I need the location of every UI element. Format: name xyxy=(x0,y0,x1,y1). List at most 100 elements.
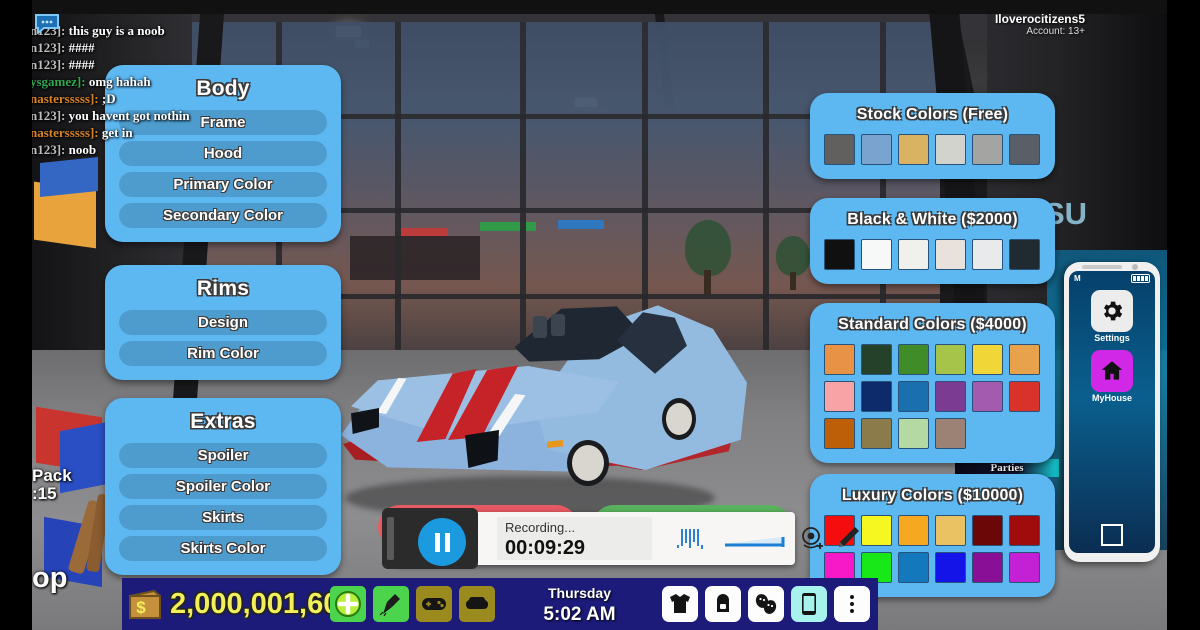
panel-rims: Rims Design Rim Color xyxy=(105,265,341,380)
webcam-add-icon[interactable] xyxy=(799,526,825,552)
more-button[interactable] xyxy=(834,586,870,622)
color-swatch[interactable] xyxy=(935,239,966,270)
prop-crate-blue xyxy=(40,156,98,198)
player-username: Iloverocitizens5 xyxy=(994,12,1085,26)
color-swatch[interactable] xyxy=(898,515,929,546)
body-option-secondary-color[interactable]: Secondary Color xyxy=(119,203,327,228)
gear-icon xyxy=(1091,290,1133,332)
color-swatch[interactable] xyxy=(1009,515,1040,546)
color-swatch[interactable] xyxy=(898,239,929,270)
rims-option-rim-color[interactable]: Rim Color xyxy=(119,341,327,366)
palette-standard-colors: Standard Colors ($4000) xyxy=(810,303,1055,463)
extras-option-spoiler-color[interactable]: Spoiler Color xyxy=(119,474,327,499)
color-swatch[interactable] xyxy=(898,381,929,412)
body-option-primary-color[interactable]: Primary Color xyxy=(119,172,327,197)
color-swatch[interactable] xyxy=(898,418,929,449)
chat-text: ;D xyxy=(101,91,116,106)
backpack-button[interactable] xyxy=(705,586,741,622)
color-swatch[interactable] xyxy=(861,515,892,546)
color-swatch[interactable] xyxy=(935,418,966,449)
color-swatch[interactable] xyxy=(1009,239,1040,270)
palette-standard-swatches xyxy=(824,344,1041,449)
chat-text: you havent got nothin xyxy=(68,108,190,123)
color-swatch[interactable] xyxy=(861,344,892,375)
palette-standard-title: Standard Colors ($4000) xyxy=(838,316,1027,333)
color-swatch[interactable] xyxy=(972,515,1003,546)
chat-text: omg hahah xyxy=(88,74,151,89)
chat-username: n123]: xyxy=(30,40,66,55)
wallet-icon: $ xyxy=(129,589,161,619)
color-swatch[interactable] xyxy=(1009,134,1040,165)
palette-black-white: Black & White ($2000) xyxy=(810,198,1055,284)
recorder-status: Recording... 00:09:29 xyxy=(497,517,652,560)
chat-text: noob xyxy=(68,142,97,157)
extras-option-skirts[interactable]: Skirts xyxy=(119,505,327,530)
phone-button[interactable] xyxy=(791,586,827,622)
color-swatch[interactable] xyxy=(861,381,892,412)
furniture-button[interactable] xyxy=(459,586,495,622)
game-screenshot: Pack :15 op SU n123]: this guy is a noob… xyxy=(0,0,1200,630)
color-swatch[interactable] xyxy=(861,239,892,270)
palette-luxury-title: Luxury Colors ($10000) xyxy=(841,487,1024,504)
chat-line: nastersssss]: get in xyxy=(30,124,245,141)
color-swatch[interactable] xyxy=(972,239,1003,270)
extras-option-spoiler[interactable]: Spoiler xyxy=(119,443,327,468)
shirt-button[interactable] xyxy=(662,586,698,622)
chat-username: n123]: xyxy=(30,57,66,72)
chat-text: get in xyxy=(101,125,133,140)
chat-text: this guy is a noob xyxy=(68,23,165,38)
color-swatch[interactable] xyxy=(824,344,855,375)
broom-icon xyxy=(379,594,400,616)
panel-rims-title: Rims xyxy=(196,277,250,300)
color-swatch[interactable] xyxy=(1009,344,1040,375)
color-swatch[interactable] xyxy=(824,418,855,449)
chat-text: #### xyxy=(68,57,95,72)
player-nameplate: Iloverocitizens5 Account: 13+ xyxy=(995,12,1085,37)
color-swatch[interactable] xyxy=(972,381,1003,412)
phone-camera xyxy=(1132,264,1138,270)
color-swatch[interactable] xyxy=(935,515,966,546)
color-swatch[interactable] xyxy=(824,381,855,412)
palette-stock-swatches xyxy=(824,134,1041,165)
player-car xyxy=(325,280,747,540)
chat-bubble-icon[interactable] xyxy=(34,14,60,34)
chat-line: n123]: this guy is a noob xyxy=(30,22,245,39)
color-swatch[interactable] xyxy=(898,344,929,375)
pause-icon[interactable] xyxy=(418,518,466,566)
rims-option-design[interactable]: Design xyxy=(119,310,327,335)
home-square-icon[interactable] xyxy=(1101,524,1123,546)
panel-extras-title: Extras xyxy=(190,410,256,433)
color-swatch[interactable] xyxy=(972,344,1003,375)
letterbox-left xyxy=(0,0,32,630)
palette-black-white-swatches xyxy=(824,239,1041,270)
screen-recorder-toolbar[interactable]: Recording... 00:09:29 xyxy=(382,508,859,569)
recorder-elapsed-time: 00:09:29 xyxy=(505,537,586,559)
color-swatch[interactable] xyxy=(935,381,966,412)
chat-line: n123]: #### xyxy=(30,39,245,56)
extras-option-skirts-color[interactable]: Skirts Color xyxy=(119,536,327,561)
game-clock: Thursday 5:02 AM xyxy=(527,584,632,626)
color-swatch[interactable] xyxy=(972,134,1003,165)
tools-button[interactable] xyxy=(373,586,409,622)
color-swatch[interactable] xyxy=(824,134,855,165)
color-swatch[interactable] xyxy=(935,344,966,375)
color-swatch[interactable] xyxy=(861,134,892,165)
in-game-phone[interactable]: M Settings MyHouse xyxy=(1064,262,1160,562)
phone-app-settings[interactable]: Settings xyxy=(1091,290,1133,343)
hud-action-buttons xyxy=(330,586,495,622)
battery-icon xyxy=(1131,274,1150,283)
volume-slider[interactable] xyxy=(725,536,789,548)
chat-line: n123]: #### xyxy=(30,56,245,73)
phone-app-myhouse[interactable]: MyHouse xyxy=(1091,350,1133,403)
gamepad-button[interactable] xyxy=(416,586,452,622)
color-swatch[interactable] xyxy=(1009,381,1040,412)
car-rim-rear xyxy=(666,403,692,435)
color-swatch[interactable] xyxy=(824,239,855,270)
add-cash-button[interactable] xyxy=(330,586,366,622)
color-swatch[interactable] xyxy=(861,418,892,449)
emotes-button[interactable] xyxy=(748,586,784,622)
color-swatch[interactable] xyxy=(935,134,966,165)
pencil-icon[interactable] xyxy=(835,525,861,553)
color-swatch[interactable] xyxy=(898,134,929,165)
chat-line: n123]: you havent got nothin xyxy=(30,107,245,124)
